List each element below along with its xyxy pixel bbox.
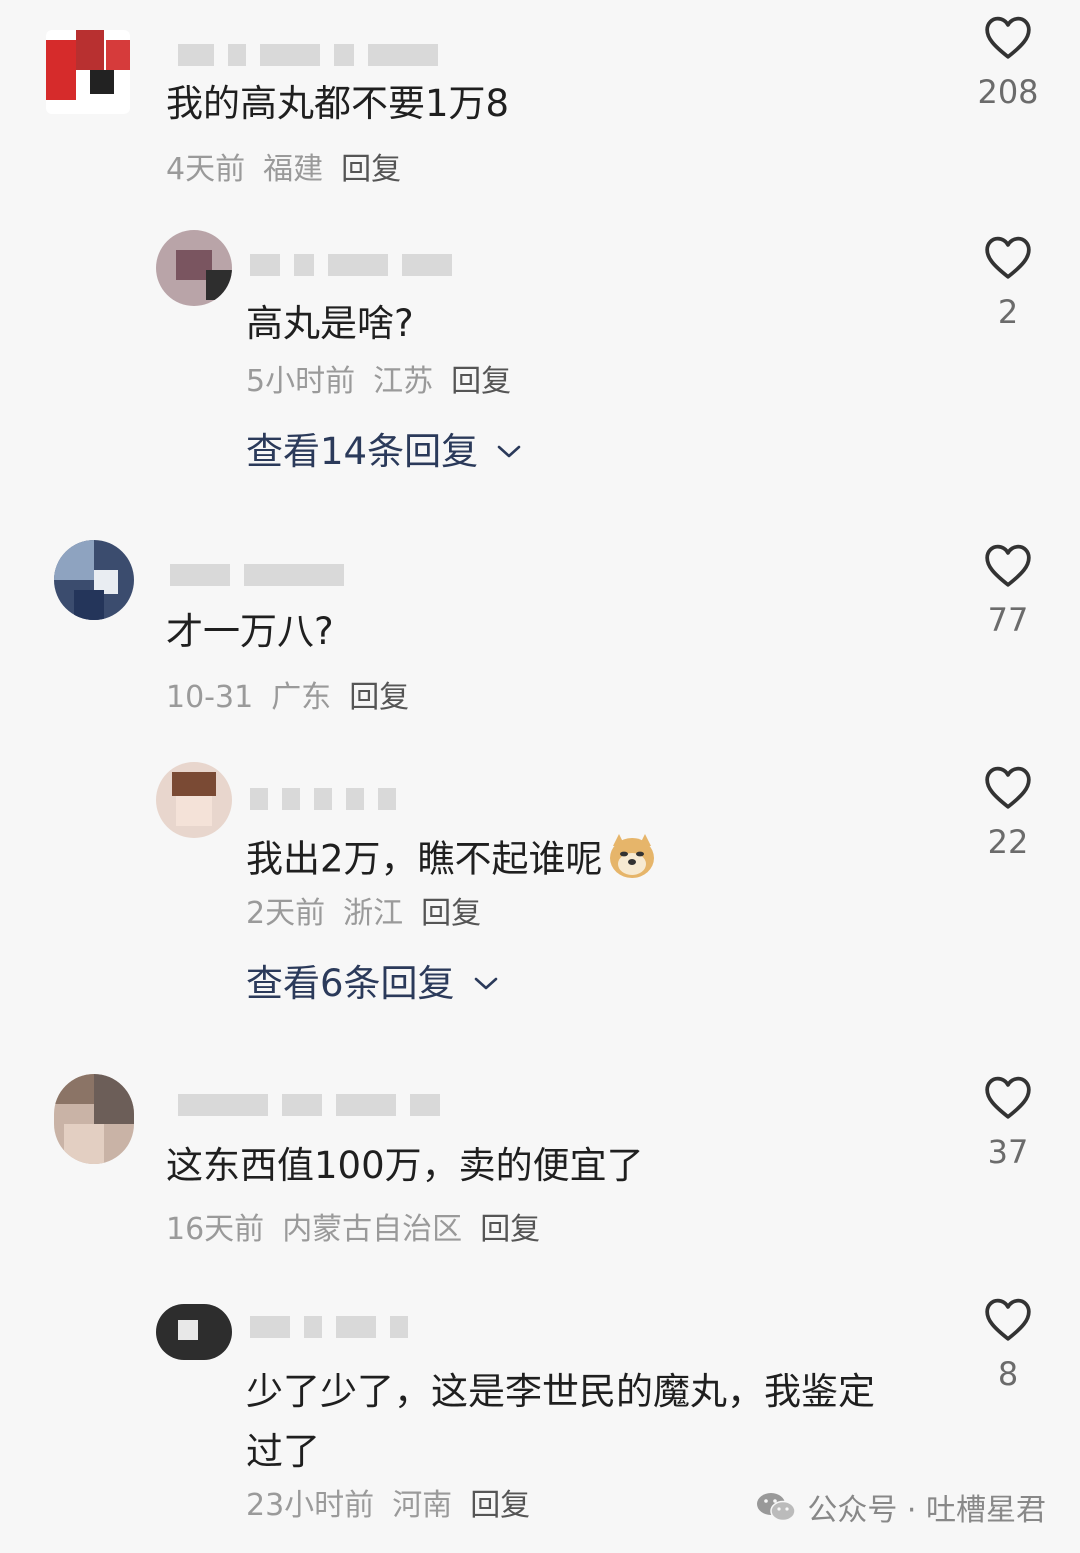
chevron-down-icon [497, 445, 521, 458]
comment-text: 我出2万，瞧不起谁呢 [246, 832, 657, 890]
like-count: 77 [987, 601, 1029, 639]
comment-meta: 5小时前 江苏 回复 [246, 364, 511, 400]
like-button[interactable]: 22 [968, 764, 1048, 860]
doge-emoji-icon [607, 832, 657, 890]
heart-outline-icon [985, 16, 1031, 59]
reply-button[interactable]: 回复 [421, 896, 481, 931]
wechat-icon [757, 1493, 797, 1522]
username-masked[interactable] [250, 248, 452, 282]
view-more-replies[interactable]: 查看6条回复 [246, 962, 499, 1006]
comment-meta: 16天前 内蒙古自治区 回复 [166, 1212, 540, 1248]
like-count: 208 [977, 73, 1039, 111]
like-button[interactable]: 77 [968, 542, 1048, 638]
username-masked[interactable] [250, 1310, 408, 1344]
like-count: 37 [987, 1133, 1029, 1171]
region: 广东 [271, 680, 332, 715]
avatar[interactable] [156, 1304, 232, 1360]
chevron-down-icon [474, 977, 497, 990]
comment-text: 这东西值100万，卖的便宜了 [166, 1144, 644, 1187]
comment-1: 我的高丸都不要1万8 4天前 福建 回复 208 [0, 0, 1080, 200]
heart-outline-icon [985, 1076, 1031, 1119]
timestamp: 4天前 [166, 152, 246, 187]
like-count: 22 [987, 823, 1029, 861]
username-masked[interactable] [178, 1088, 440, 1122]
reply-button[interactable]: 回复 [480, 1212, 540, 1247]
avatar[interactable] [156, 762, 232, 838]
watermark: 公众号 · 吐槽星君 [755, 1485, 1046, 1529]
reply-button[interactable]: 回复 [451, 364, 511, 399]
like-button[interactable]: 37 [968, 1074, 1048, 1170]
reply-button[interactable]: 回复 [341, 152, 401, 187]
region: 浙江 [343, 896, 404, 931]
comment-text-content: 我出2万，瞧不起谁呢 [246, 837, 603, 881]
timestamp: 2天前 [246, 896, 326, 931]
comment-meta: 10-31 广东 回复 [166, 680, 409, 716]
heart-outline-icon [985, 236, 1031, 279]
like-count: 2 [997, 293, 1019, 331]
reply-button[interactable]: 回复 [470, 1488, 530, 1523]
timestamp: 16天前 [166, 1212, 265, 1247]
comment-text: 我的高丸都不要1万8 [166, 82, 510, 125]
comment-3: 这东西值100万，卖的便宜了 16天前 内蒙古自治区 回复 37 [0, 1066, 1080, 1276]
reply-comment-2: 我出2万，瞧不起谁呢 2天前 浙江 回复 查看6条回复 22 [0, 756, 1080, 1036]
comment-text: 少了少了，这是李世民的魔丸，我鉴定 过了 [246, 1362, 875, 1482]
timestamp: 10-31 [166, 680, 254, 715]
avatar[interactable] [54, 540, 134, 620]
comment-meta: 4天前 福建 回复 [166, 152, 401, 188]
username-masked[interactable] [250, 782, 396, 816]
comment-2: 才一万八? 10-31 广东 回复 77 [0, 530, 1080, 730]
heart-outline-icon [985, 766, 1031, 809]
like-button[interactable]: 2 [968, 234, 1048, 330]
username-masked[interactable] [178, 38, 438, 72]
reply-comment-1: 高丸是啥? 5小时前 江苏 回复 查看14条回复 2 [0, 222, 1080, 502]
like-button[interactable]: 8 [968, 1296, 1048, 1392]
like-count: 8 [997, 1355, 1019, 1393]
comment-meta: 23小时前 河南 回复 [246, 1488, 530, 1524]
heart-outline-icon [985, 1298, 1031, 1341]
heart-outline-icon [985, 544, 1031, 587]
comment-text: 才一万八? [166, 610, 334, 653]
comment-meta: 2天前 浙江 回复 [246, 896, 481, 932]
avatar[interactable] [156, 230, 232, 306]
comment-text-line-1: 少了少了，这是李世民的魔丸，我鉴定 [246, 1370, 875, 1413]
view-more-label: 查看14条回复 [246, 430, 479, 473]
avatar[interactable] [54, 1074, 134, 1164]
username-masked[interactable] [170, 558, 344, 592]
view-more-replies[interactable]: 查看14条回复 [246, 430, 522, 474]
like-button[interactable]: 208 [968, 14, 1048, 110]
region: 河南 [392, 1488, 453, 1523]
region: 福建 [263, 152, 324, 187]
watermark-text: 公众号 · 吐槽星君 [807, 1493, 1046, 1528]
timestamp: 23小时前 [246, 1488, 375, 1523]
reply-button[interactable]: 回复 [349, 680, 409, 715]
comment-text: 高丸是啥? [246, 302, 414, 345]
region: 江苏 [373, 364, 434, 399]
view-more-label: 查看6条回复 [246, 962, 455, 1005]
comment-text-line-2: 过了 [246, 1430, 320, 1473]
timestamp: 5小时前 [246, 364, 356, 399]
avatar[interactable] [46, 30, 130, 114]
region: 内蒙古自治区 [282, 1212, 463, 1247]
